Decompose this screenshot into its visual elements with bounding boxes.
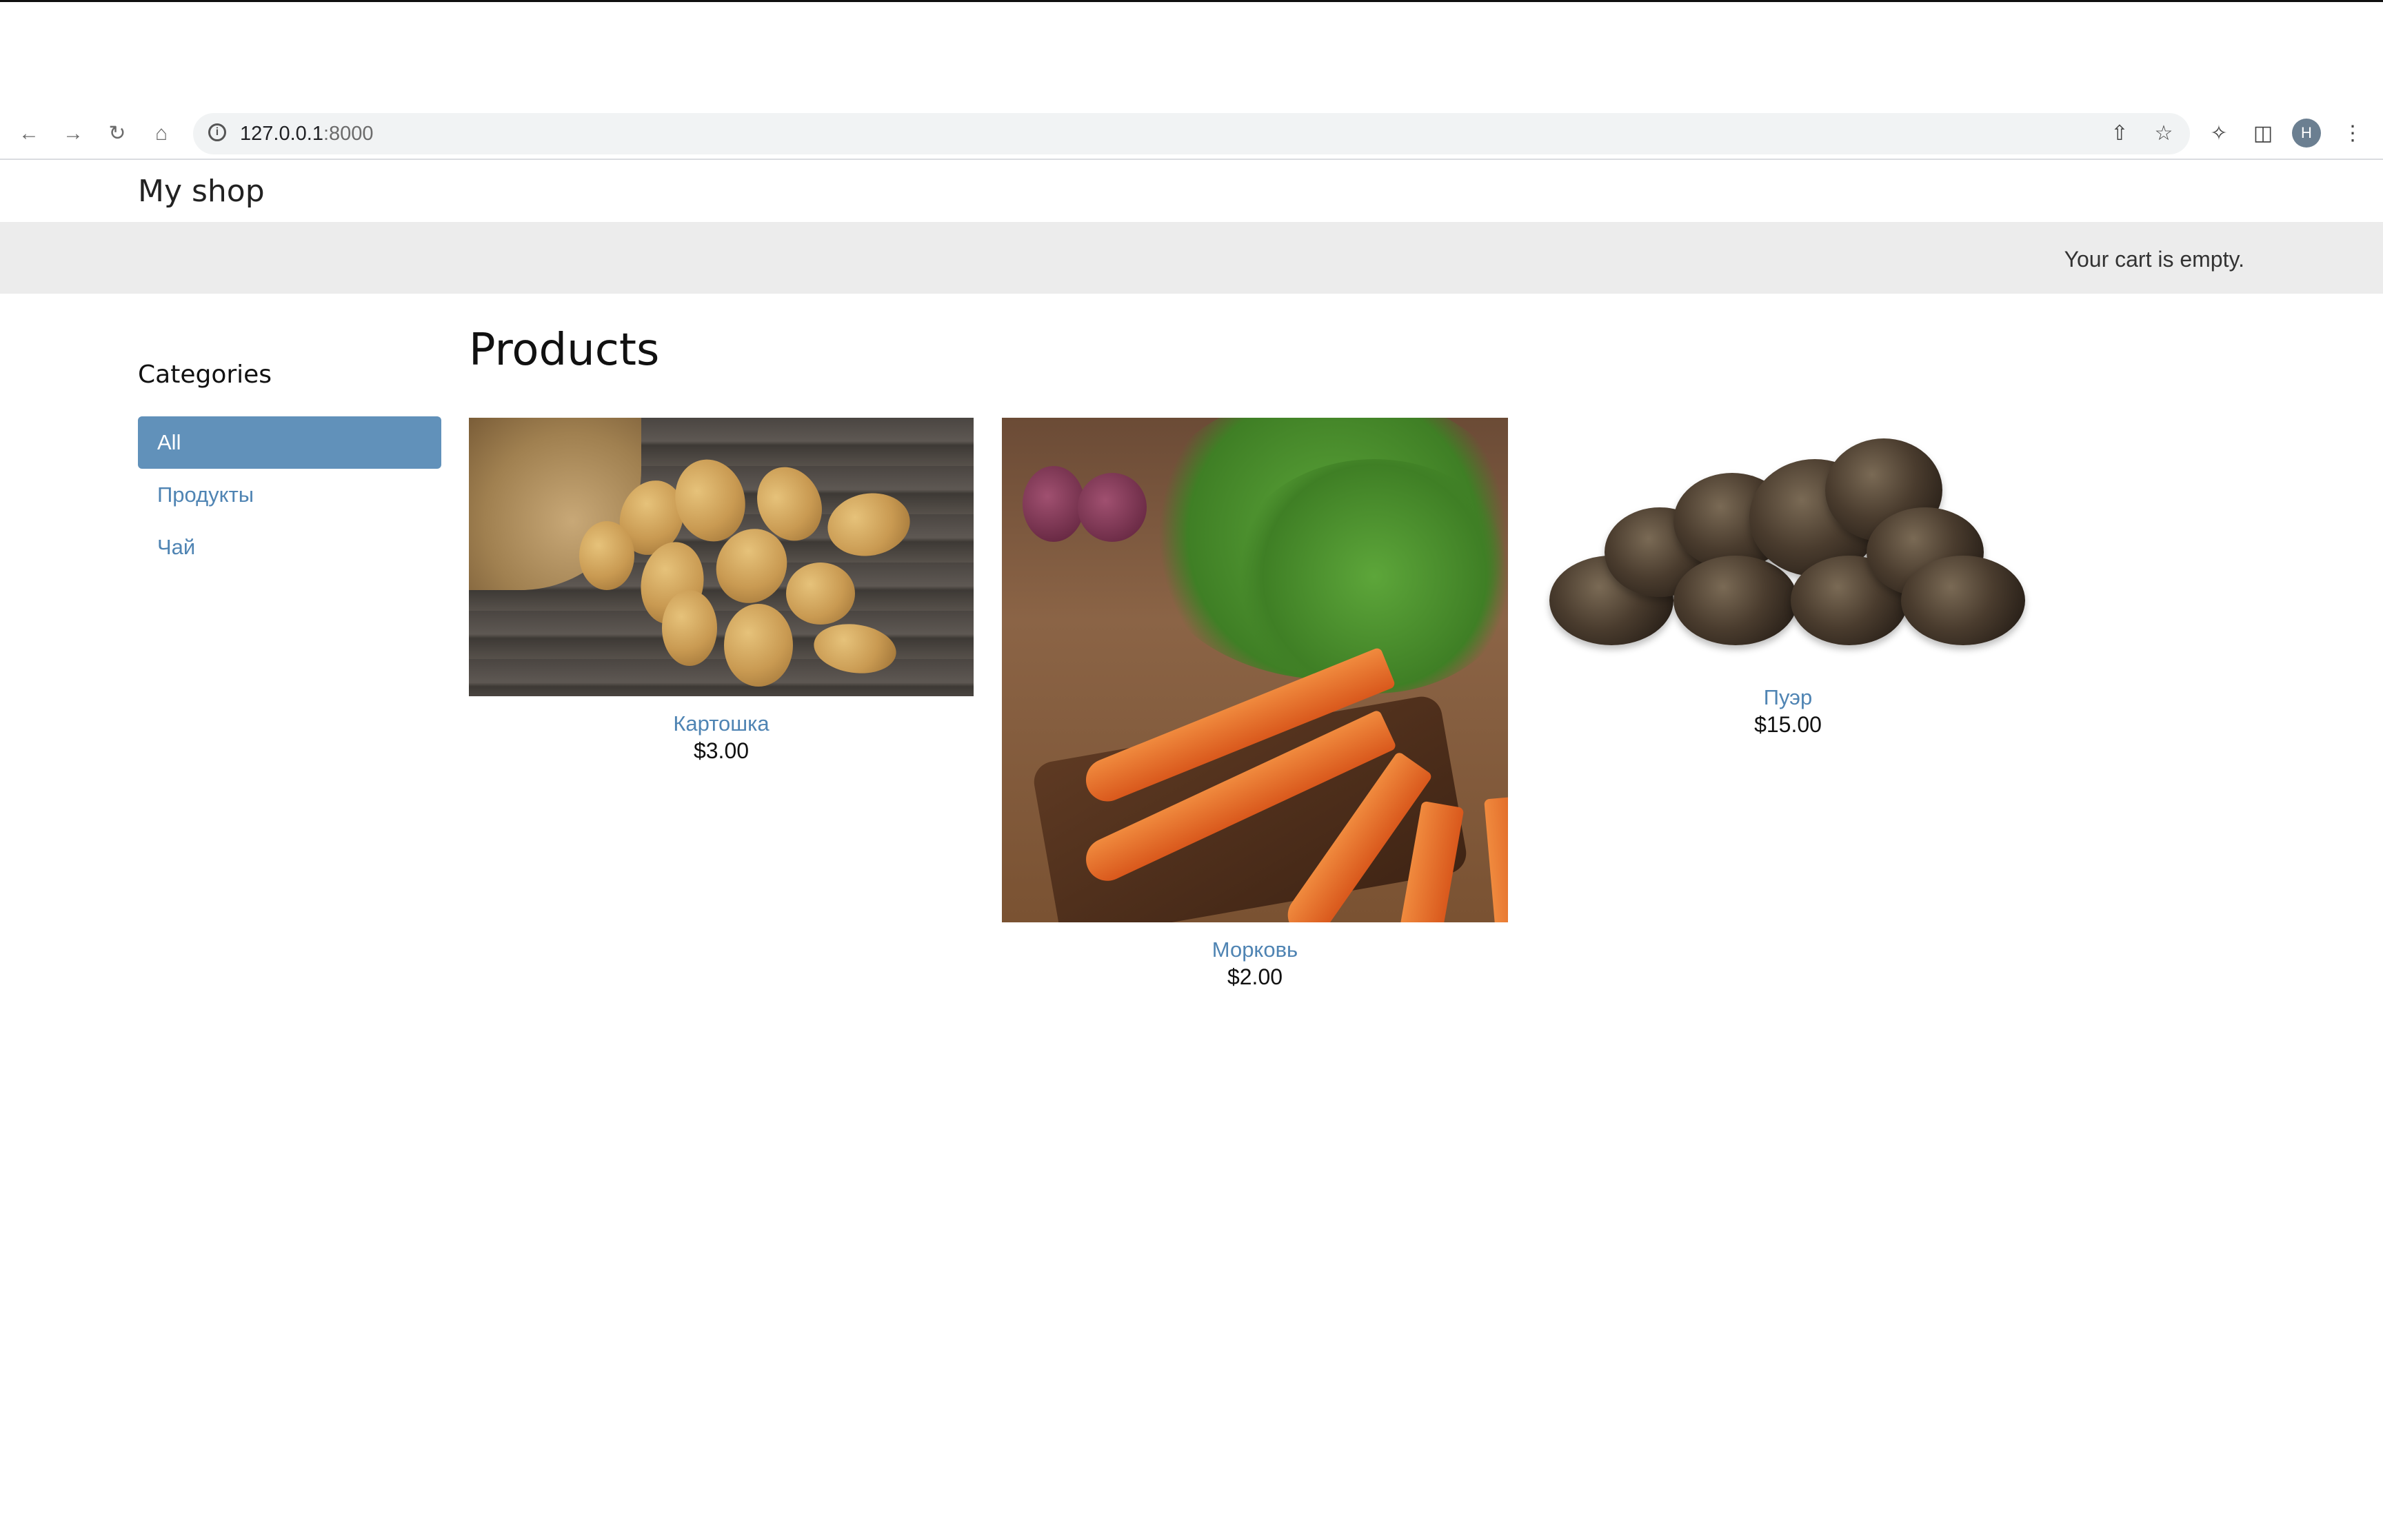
extensions-icon[interactable]: ✧ — [2205, 120, 2233, 148]
cart-status: Your cart is empty. — [2064, 247, 2244, 272]
product-card: Морковь $2.00 — [1002, 418, 1508, 990]
product-price: $15.00 — [1754, 712, 1822, 737]
potato-shape — [662, 590, 717, 666]
back-arrow-icon[interactable]: ← — [15, 120, 43, 148]
toolbar-divider — [0, 159, 2383, 160]
profile-avatar[interactable]: H — [2292, 119, 2321, 148]
url-host: 127.0.0.1 — [240, 123, 323, 145]
page-title: Products — [469, 325, 660, 376]
address-bar[interactable]: i 127.0.0.1:8000 ⇧ ☆ — [193, 113, 2190, 154]
categories-heading: Categories — [138, 361, 272, 389]
carrot-shape — [1484, 796, 1508, 922]
site-info-icon[interactable]: i — [208, 123, 226, 141]
product-image-potatoes[interactable] — [469, 418, 974, 696]
tea-cake-shape — [1901, 556, 2025, 645]
onion-shape — [1023, 466, 1085, 542]
product-price: $2.00 — [1227, 964, 1283, 989]
product-name[interactable]: Морковь — [1002, 936, 1508, 964]
product-image-puer[interactable] — [1536, 418, 2040, 666]
home-icon[interactable]: ⌂ — [148, 120, 175, 148]
product-image-carrots[interactable] — [1002, 418, 1508, 922]
forward-arrow-icon[interactable]: → — [59, 120, 87, 148]
potato-shape — [579, 521, 634, 590]
onion-shape — [1078, 473, 1147, 542]
menu-dots-icon[interactable]: ⋮ — [2339, 120, 2366, 148]
product-card: Картошка $3.00 — [469, 418, 974, 764]
product-name[interactable]: Пуэр — [1536, 684, 2040, 711]
cart-bar: Your cart is empty. — [0, 222, 2383, 294]
product-price: $3.00 — [693, 738, 750, 763]
potato-shape — [786, 563, 855, 625]
url-text[interactable]: 127.0.0.1:8000 — [240, 121, 374, 146]
bookmark-star-icon[interactable]: ☆ — [2150, 120, 2178, 148]
category-list: All Продукты Чай — [138, 416, 441, 574]
window-top-edge — [0, 0, 2383, 2]
browser-toolbar: ← → ↻ ⌂ i 127.0.0.1:8000 ⇧ ☆ ✧ ◫ ⋮ — [0, 110, 2383, 157]
category-chai[interactable]: Чай — [138, 521, 441, 574]
product-card: Пуэр $15.00 — [1536, 418, 2040, 738]
product-name[interactable]: Картошка — [469, 710, 974, 738]
share-icon[interactable]: ⇧ — [2106, 120, 2133, 148]
potato-shape — [823, 487, 915, 563]
category-all[interactable]: All — [138, 416, 441, 469]
category-produkty[interactable]: Продукты — [138, 469, 441, 521]
side-panel-icon[interactable]: ◫ — [2249, 120, 2277, 148]
reload-icon[interactable]: ↻ — [103, 120, 131, 148]
site-logo[interactable]: My shop — [138, 171, 265, 212]
potato-shape — [810, 618, 900, 679]
potato-shape — [724, 604, 793, 687]
url-port: :8000 — [323, 123, 374, 145]
tea-cake-shape — [1673, 556, 1798, 645]
